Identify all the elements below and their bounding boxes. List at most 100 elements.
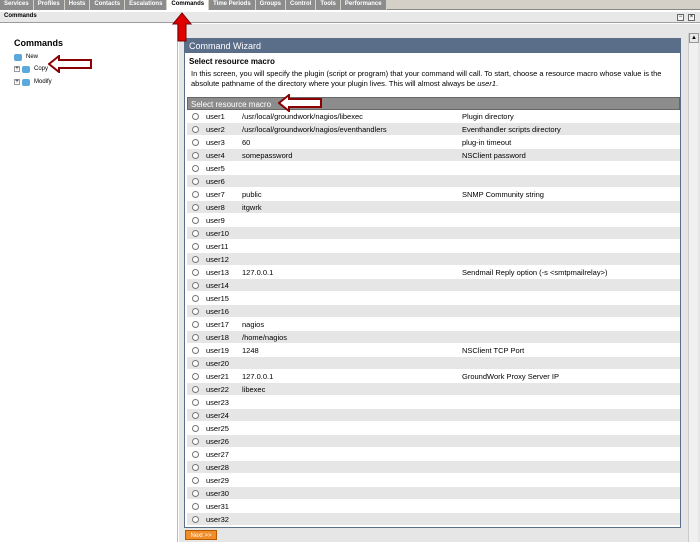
tab-services[interactable]: Services xyxy=(0,0,34,10)
macro-radio[interactable] xyxy=(192,125,199,133)
table-row[interactable]: user29 xyxy=(187,474,680,487)
tab-tools[interactable]: Tools xyxy=(316,0,341,10)
tab-escalations[interactable]: Escalations xyxy=(125,0,168,10)
macro-name: user21 xyxy=(206,371,229,381)
macro-name: user28 xyxy=(206,462,229,472)
table-row[interactable]: user19 1248 NSClient TCP Port xyxy=(187,344,680,357)
macro-radio[interactable] xyxy=(192,489,199,497)
tab-performance[interactable]: Performance xyxy=(340,0,387,10)
expand-icon[interactable]: + xyxy=(14,66,20,72)
table-row[interactable]: user4 somepassword NSClient password xyxy=(187,149,680,162)
macro-radio[interactable] xyxy=(192,502,199,510)
macro-radio[interactable] xyxy=(192,255,199,263)
table-row[interactable]: user26 xyxy=(187,435,680,448)
macro-radio[interactable] xyxy=(192,281,199,289)
macro-radio[interactable] xyxy=(192,398,199,406)
table-row[interactable]: user10 xyxy=(187,227,680,240)
table-row[interactable]: user30 xyxy=(187,487,680,500)
tree-item-new[interactable]: New xyxy=(14,52,38,62)
table-row[interactable]: user13 127.0.0.1 Sendmail Reply option (-s… xyxy=(187,266,680,279)
tab-hosts[interactable]: Hosts xyxy=(64,0,91,10)
macro-radio[interactable] xyxy=(192,411,199,419)
macro-radio[interactable] xyxy=(192,424,199,432)
macro-radio[interactable] xyxy=(192,450,199,458)
tab-time-periods[interactable]: Time Periods xyxy=(209,0,256,10)
scroll-up-icon[interactable]: ▲ xyxy=(689,33,699,43)
table-row[interactable]: user23 xyxy=(187,396,680,409)
wizard-description: In this screen, you will specify the plu… xyxy=(185,69,680,93)
resource-macro-table: Select resource macro user1/usr/local/gr… xyxy=(187,97,680,526)
table-row[interactable]: user5 xyxy=(187,162,680,175)
macro-radio[interactable] xyxy=(192,463,199,471)
table-row[interactable]: user31 xyxy=(187,500,680,513)
macro-name: user8 xyxy=(206,202,225,212)
macro-radio[interactable] xyxy=(192,138,199,146)
table-row[interactable]: user21 127.0.0.1 GroundWork Proxy Server I… xyxy=(187,370,680,383)
macro-radio[interactable] xyxy=(192,359,199,367)
macro-radio[interactable] xyxy=(192,112,199,120)
macro-radio[interactable] xyxy=(192,346,199,354)
macro-radio[interactable] xyxy=(192,229,199,237)
table-row[interactable]: user17 nagios xyxy=(187,318,680,331)
table-row[interactable]: user3 60 plug-in timeout xyxy=(187,136,680,149)
macro-radio[interactable] xyxy=(192,216,199,224)
table-row[interactable]: user18/home/nagios xyxy=(187,331,680,344)
macro-radio[interactable] xyxy=(192,294,199,302)
tab-control[interactable]: Control xyxy=(286,0,317,10)
tab-contacts[interactable]: Contacts xyxy=(90,0,126,10)
macro-description: Sendmail Reply option (-s <smtpmailrelay… xyxy=(462,267,608,277)
macro-radio[interactable] xyxy=(192,372,199,380)
table-row[interactable]: user12 xyxy=(187,253,680,266)
tab-commands[interactable]: Commands xyxy=(167,0,210,10)
table-row[interactable]: user14 xyxy=(187,279,680,292)
table-row[interactable]: user20 xyxy=(187,357,680,370)
table-row[interactable]: user32 xyxy=(187,513,680,526)
table-row[interactable]: user24 xyxy=(187,409,680,422)
macro-radio[interactable] xyxy=(192,242,199,250)
tree-item-copy[interactable]: + Copy xyxy=(14,64,48,74)
macro-name: user14 xyxy=(206,280,229,290)
macro-radio[interactable] xyxy=(192,268,199,276)
macro-radio[interactable] xyxy=(192,203,199,211)
table-row[interactable]: user16 xyxy=(187,305,680,318)
macro-radio[interactable] xyxy=(192,177,199,185)
macro-name: user11 xyxy=(206,241,229,251)
command-icon xyxy=(22,78,30,86)
table-row[interactable]: user6 xyxy=(187,175,680,188)
macro-radio[interactable] xyxy=(192,320,199,328)
table-row[interactable]: user9 xyxy=(187,214,680,227)
table-row[interactable]: user11 xyxy=(187,240,680,253)
table-row[interactable]: user8 itgwrk xyxy=(187,201,680,214)
table-row[interactable]: user7 public SNMP Community string xyxy=(187,188,680,201)
macro-radio[interactable] xyxy=(192,476,199,484)
macro-radio[interactable] xyxy=(192,333,199,341)
table-row[interactable]: user28 xyxy=(187,461,680,474)
tree-item-modify[interactable]: + Modify xyxy=(14,77,52,87)
macro-radio[interactable] xyxy=(192,437,199,445)
tree-item-label[interactable]: Modify xyxy=(34,79,52,85)
tab-profiles[interactable]: Profiles xyxy=(33,0,65,10)
macro-radio[interactable] xyxy=(192,190,199,198)
scrollbar[interactable]: ▲ xyxy=(688,33,699,542)
tree-item-label[interactable]: Copy xyxy=(34,66,48,72)
macro-radio[interactable] xyxy=(192,151,199,159)
macro-radio[interactable] xyxy=(192,307,199,315)
minimize-icon[interactable]: − xyxy=(677,14,684,21)
macro-name: user9 xyxy=(206,215,225,225)
table-row[interactable]: user1/usr/local/groundwork/nagios/libexe… xyxy=(187,110,680,123)
annotation-arrow-macro-icon xyxy=(278,94,322,112)
expand-icon[interactable]: + xyxy=(14,79,20,85)
next-button[interactable]: Next >> xyxy=(185,530,217,540)
table-row[interactable]: user15 xyxy=(187,292,680,305)
macro-description: NSClient password xyxy=(462,150,526,160)
tree-item-label[interactable]: New xyxy=(26,54,38,60)
table-row[interactable]: user22 libexec xyxy=(187,383,680,396)
macro-radio[interactable] xyxy=(192,164,199,172)
tab-groups[interactable]: Groups xyxy=(255,0,287,10)
close-icon[interactable]: × xyxy=(688,14,695,21)
table-row[interactable]: user2/usr/local/groundwork/nagios/eventh… xyxy=(187,123,680,136)
table-row[interactable]: user27 xyxy=(187,448,680,461)
table-row[interactable]: user25 xyxy=(187,422,680,435)
macro-radio[interactable] xyxy=(192,515,199,523)
macro-radio[interactable] xyxy=(192,385,199,393)
